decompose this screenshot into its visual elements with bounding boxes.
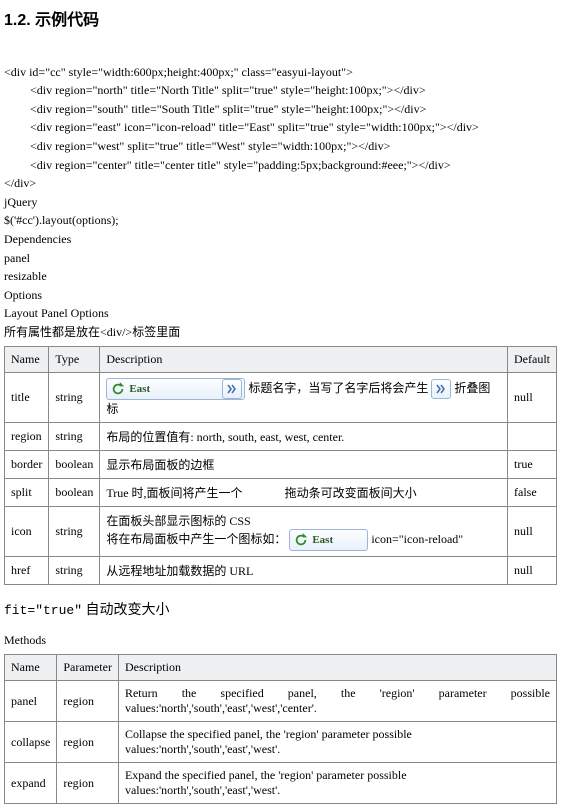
reload-icon	[294, 533, 308, 547]
table-header-row: Name Parameter Description	[5, 655, 557, 681]
table-row: border boolean 显示布局面板的边框 true	[5, 451, 557, 479]
collapse-icon	[222, 379, 242, 399]
cell-name: panel	[5, 681, 57, 722]
fit-note: fit="true" 自动改变大小	[4, 599, 557, 619]
table-row: collapse region Collapse the specified p…	[5, 722, 557, 763]
layout-panel-options-label: Layout Panel Options	[4, 304, 557, 323]
code-line: <div id="cc" style="width:600px;height:4…	[4, 65, 353, 79]
cell-desc: Return the specified panel, the 'region'…	[118, 681, 556, 722]
cell-param: region	[57, 722, 119, 763]
fit-text: 自动改变大小	[82, 603, 170, 618]
dependencies-label: Dependencies	[4, 230, 557, 249]
options-label: Options	[4, 286, 557, 305]
cell-type: string	[49, 507, 100, 557]
east-label: East	[129, 383, 150, 395]
cell-name: region	[5, 423, 49, 451]
cell-name: icon	[5, 507, 49, 557]
col-type: Type	[49, 347, 100, 373]
col-desc: Description	[118, 655, 556, 681]
cell-name: border	[5, 451, 49, 479]
code-line: <div region="west" split="true" title="W…	[4, 137, 557, 156]
cell-desc: East 标题名字，当写了名字后将会产生 折叠图标	[100, 373, 508, 423]
cell-type: string	[49, 423, 100, 451]
cell-default: null	[508, 373, 557, 423]
table-row: split boolean True 时,面板间将产生一个 拖动条可改变面板间大…	[5, 479, 557, 507]
cell-name: split	[5, 479, 49, 507]
table-row: title string East 标题名字，当写了名字后将会产生 折叠图标 n…	[5, 373, 557, 423]
desc-text: 标题名字，当写了名字后将会产生	[248, 381, 428, 395]
dep-panel: panel	[4, 249, 557, 268]
table-header-row: Name Type Description Default	[5, 347, 557, 373]
col-desc: Description	[100, 347, 508, 373]
table-row: panel region Return the specified panel,…	[5, 681, 557, 722]
cell-default: null	[508, 557, 557, 585]
section-heading: 1.2. 示例代码	[4, 6, 557, 30]
desc-text: 拖动条可改变面板间大小	[285, 486, 417, 500]
cell-desc: 在面板头部显示图标的 CSS 将在布局面板中产生一个图标如： East icon…	[100, 507, 508, 557]
cell-desc: True 时,面板间将产生一个 拖动条可改变面板间大小	[100, 479, 508, 507]
desc-text: True 时,面板间将产生一个	[106, 486, 242, 500]
east-panel-header: East	[289, 529, 368, 551]
east-panel-header: East	[106, 378, 245, 400]
cell-desc: 布局的位置值有: north, south, east, west, cente…	[100, 423, 508, 451]
collapse-icon	[431, 379, 451, 399]
code-line: <div region="south" title="South Title" …	[4, 100, 557, 119]
options-note: 所有属性都是放在<div/>标签里面	[4, 323, 557, 342]
reload-icon	[111, 382, 125, 396]
example-code-block: <div id="cc" style="width:600px;height:4…	[4, 44, 557, 193]
col-default: Default	[508, 347, 557, 373]
col-name: Name	[5, 655, 57, 681]
table-row: icon string 在面板头部显示图标的 CSS 将在布局面板中产生一个图标…	[5, 507, 557, 557]
code-line: </div>	[4, 176, 36, 190]
cell-default: true	[508, 451, 557, 479]
desc-text: 在面板头部显示图标的 CSS	[106, 512, 501, 529]
cell-name: expand	[5, 763, 57, 804]
methods-table: Name Parameter Description panel region …	[4, 654, 557, 804]
cell-type: string	[49, 557, 100, 585]
jquery-label: jQuery	[4, 193, 557, 212]
cell-desc: Expand the specified panel, the 'region'…	[118, 763, 556, 804]
desc-text: values:'north','south','east','west','ce…	[125, 701, 550, 716]
table-row: href string 从远程地址加载数据的 URL null	[5, 557, 557, 585]
options-table: Name Type Description Default title stri…	[4, 346, 557, 585]
col-param: Parameter	[57, 655, 119, 681]
east-label: East	[312, 534, 333, 546]
cell-default: null	[508, 507, 557, 557]
cell-type: boolean	[49, 451, 100, 479]
cell-default: false	[508, 479, 557, 507]
cell-name: href	[5, 557, 49, 585]
desc-text: Return the specified panel, the 'region'…	[125, 686, 550, 701]
cell-name: collapse	[5, 722, 57, 763]
cell-name: title	[5, 373, 49, 423]
jquery-call: $('#cc').layout(options);	[4, 211, 557, 230]
dep-resizable: resizable	[4, 267, 557, 286]
cell-param: region	[57, 763, 119, 804]
code-line: <div region="center" title="center title…	[4, 156, 557, 175]
cell-param: region	[57, 681, 119, 722]
desc-text: icon="icon-reload"	[371, 532, 463, 546]
table-row: region string 布局的位置值有: north, south, eas…	[5, 423, 557, 451]
fit-code: fit="true"	[4, 603, 82, 618]
code-line: <div region="east" icon="icon-reload" ti…	[4, 118, 557, 137]
cell-type: boolean	[49, 479, 100, 507]
cell-type: string	[49, 373, 100, 423]
col-name: Name	[5, 347, 49, 373]
cell-desc: 从远程地址加载数据的 URL	[100, 557, 508, 585]
table-row: expand region Expand the specified panel…	[5, 763, 557, 804]
cell-desc: Collapse the specified panel, the 'regio…	[118, 722, 556, 763]
desc-text: 将在布局面板中产生一个图标如：	[106, 532, 286, 546]
methods-label: Methods	[4, 631, 557, 650]
cell-desc: 显示布局面板的边框	[100, 451, 508, 479]
cell-default	[508, 423, 557, 451]
code-line: <div region="north" title="North Title" …	[4, 81, 557, 100]
